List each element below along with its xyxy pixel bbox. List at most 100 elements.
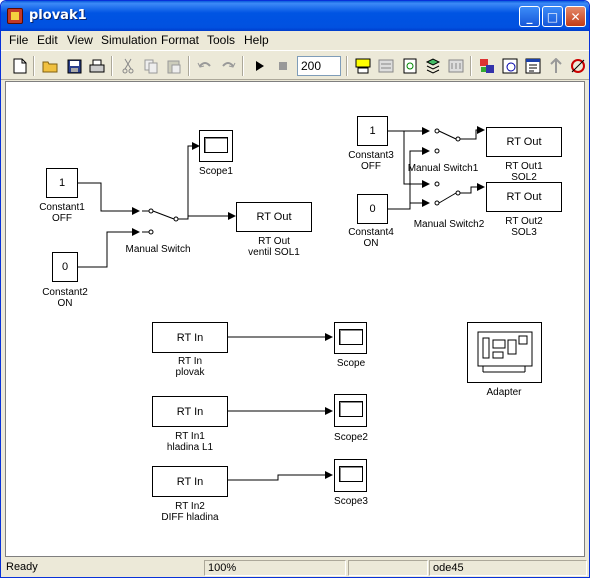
scope-block[interactable] [334,322,367,354]
maximize-button[interactable]: □ [542,6,563,27]
save-icon[interactable] [65,57,83,75]
constant3-value: 1 [369,125,376,137]
rt-out-name: RT Out [258,236,290,247]
rt-out2-label: RT Out2 SOL3 [484,216,564,238]
build-icon[interactable] [354,57,372,75]
scope3-block[interactable] [334,459,367,492]
constant3-desc: OFF [361,161,381,172]
minimize-button[interactable]: _ [519,6,540,27]
rt-out2-block[interactable]: RT Out [486,182,562,212]
status-zoom: 100% [204,560,346,576]
close-button[interactable]: ✕ [565,6,586,27]
rt-in1-label: RT In1 hladina L1 [150,431,230,453]
constant1-block[interactable]: 1 [46,168,78,198]
scope2-label: Scope2 [334,432,368,443]
paste-icon[interactable] [165,57,183,75]
constant2-block[interactable]: 0 [52,252,78,282]
library-icon[interactable] [424,57,442,75]
debug-icon[interactable] [447,57,465,75]
scope-screen-icon [338,401,363,417]
constant4-block[interactable]: 0 [357,194,388,224]
parent-icon[interactable] [547,57,565,75]
toolbar-separator [188,56,190,76]
menu-simulation[interactable]: Simulation [101,33,157,47]
rt-in2-text: RT In [176,475,204,488]
pci-card-icon [477,331,532,372]
menu-file[interactable]: File [9,33,28,47]
rt-out-desc: ventil SOL1 [248,247,300,258]
constant1-name: Constant1 [39,202,85,213]
rt-out2-name: RT Out2 [505,216,543,227]
rt-in1-name: RT In1 [175,431,205,442]
toolbar [1,50,589,80]
scope1-block[interactable] [199,130,233,162]
constant2-label: Constant2 ON [35,287,95,309]
scope1-label: Scope1 [199,166,233,177]
scope-screen-icon [204,137,228,153]
stop-time-input[interactable] [297,56,341,76]
redo-icon[interactable] [219,57,237,75]
constant2-name: Constant2 [42,287,88,298]
adapter-label: Adapter [486,387,522,398]
rt-out1-name: RT Out1 [505,161,543,172]
start-icon[interactable] [251,57,269,75]
constant3-block[interactable]: 1 [357,116,388,146]
open-icon[interactable] [41,57,59,75]
diagram-canvas[interactable]: 1 Constant1 OFF 0 Constant2 ON Manual Swit… [5,81,585,557]
constant2-value: 0 [61,261,69,273]
toolbar-separator [470,56,472,76]
toolbar-separator [242,56,244,76]
constant4-name: Constant4 [348,227,394,238]
target-icon[interactable] [569,57,587,75]
status-empty [348,560,428,576]
manual-switch2-label: Manual Switch2 [413,219,485,230]
menu-view[interactable]: View [67,33,93,47]
menu-bar: File Edit View Simulation Format Tools H… [1,31,589,49]
menu-help[interactable]: Help [244,33,269,47]
rt-out1-text: RT Out [506,136,542,148]
status-solver: ode45 [429,560,587,576]
constant4-value: 0 [369,203,376,215]
window-title: plovak1 [29,8,87,23]
scope3-label: Scope3 [334,496,368,507]
constant4-label: Constant4 ON [341,227,401,249]
print-icon[interactable] [88,57,106,75]
scope2-block[interactable] [334,394,367,427]
constant1-desc: OFF [52,213,72,224]
rt-out1-block[interactable]: RT Out [486,127,562,157]
undo-icon[interactable] [196,57,214,75]
cut-icon[interactable] [119,57,137,75]
rt-out2-text: RT Out [506,191,542,203]
rt-in1-text: RT In [176,405,204,418]
rt-out-label: RT Out ventil SOL1 [234,236,314,258]
menu-edit[interactable]: Edit [37,33,58,47]
menu-tools[interactable]: Tools [207,33,235,47]
rt-in2-block[interactable]: RT In [152,466,228,497]
status-state: Ready [6,561,38,573]
title-bar[interactable]: plovak1 _ □ ✕ [1,1,589,31]
copy-icon[interactable] [142,57,160,75]
scope-label: Scope [336,358,366,369]
properties-icon[interactable] [524,57,542,75]
scope-screen-icon [338,466,363,482]
rt-in1-block[interactable]: RT In [152,396,228,427]
scope-screen-icon [338,329,363,345]
stop-icon[interactable] [274,57,292,75]
new-icon[interactable] [11,57,29,75]
constant4-desc: ON [363,238,379,249]
constant2-desc: ON [57,298,73,309]
constant3-name: Constant3 [348,150,394,161]
toolbar-separator [111,56,113,76]
adapter-block[interactable] [467,322,542,383]
browser-icon[interactable] [501,57,519,75]
rt-in2-desc: DIFF hladina [161,512,219,523]
simulink-model-icon [7,8,23,24]
connect-icon[interactable] [377,57,395,75]
rt-out2-desc: SOL3 [511,227,537,238]
manual-switch-label: Manual Switch [125,244,191,255]
menu-format[interactable]: Format [161,33,199,47]
rt-in-block[interactable]: RT In [152,322,228,353]
update-icon[interactable] [401,57,419,75]
model-explorer-icon[interactable] [478,57,496,75]
rt-out-block[interactable]: RT Out [236,202,312,232]
